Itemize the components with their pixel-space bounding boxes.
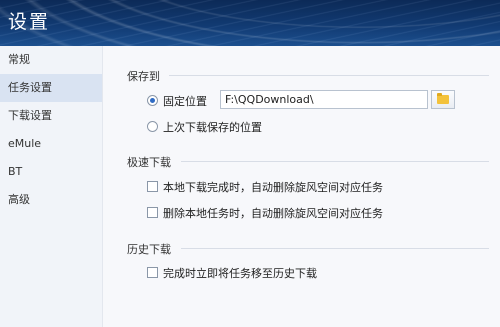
auto-delete-on-complete-label: 本地下载完成时，自动删除旋风空间对应任务: [163, 181, 383, 194]
browse-folder-button[interactable]: [431, 90, 455, 109]
sidebar-item-download-settings[interactable]: 下载设置: [0, 102, 102, 130]
sidebar-item-general[interactable]: 常规: [0, 46, 102, 74]
sidebar-item-emule[interactable]: eMule: [0, 130, 102, 158]
auto-delete-on-remove-label: 删除本地任务时，自动删除旋风空间对应任务: [163, 207, 383, 220]
move-to-history-checkbox[interactable]: [147, 267, 158, 278]
turbo-section-title: 极速下载: [127, 156, 171, 169]
fixed-location-radio[interactable]: [147, 95, 158, 106]
folder-icon: [437, 93, 449, 104]
auto-delete-on-complete-checkbox[interactable]: [147, 181, 158, 192]
section-divider: [181, 248, 489, 249]
settings-panel: 保存到 固定位置 F:\QQDownload\ 上次下载保存的位置 极速下载 本…: [103, 46, 500, 327]
last-location-radio[interactable]: [147, 121, 158, 132]
move-to-history-label: 完成时立即将任务移至历史下载: [163, 267, 317, 280]
history-section-title: 历史下载: [127, 243, 171, 256]
window-title: 设置: [8, 11, 51, 33]
auto-delete-on-remove-checkbox[interactable]: [147, 207, 158, 218]
header-star-trails: [0, 0, 500, 46]
sidebar: 常规 任务设置 下载设置 eMule BT 高级: [0, 46, 103, 327]
last-location-label: 上次下载保存的位置: [163, 121, 262, 134]
sidebar-item-advanced[interactable]: 高级: [0, 186, 102, 214]
save-path-input[interactable]: F:\QQDownload\: [220, 90, 428, 109]
section-divider: [181, 161, 489, 162]
fixed-location-label: 固定位置: [163, 95, 207, 108]
sidebar-item-bt[interactable]: BT: [0, 158, 102, 186]
section-divider: [169, 75, 489, 76]
window-header: 设置: [0, 0, 500, 46]
sidebar-item-task-settings[interactable]: 任务设置: [0, 74, 102, 102]
save-to-section-title: 保存到: [127, 70, 160, 83]
